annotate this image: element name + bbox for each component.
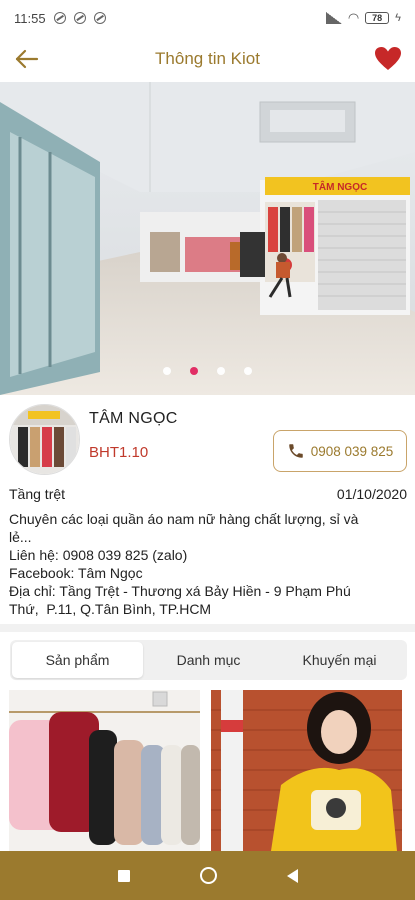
carousel-dot[interactable] <box>163 367 171 375</box>
shop-code: BHT1.10 <box>89 444 149 461</box>
product-card[interactable] <box>211 690 402 851</box>
shop-date: 01/10/2020 <box>336 486 407 502</box>
charging-icon: ϟ <box>395 12 401 24</box>
product-image <box>9 690 200 851</box>
wifi-icon: ◠ <box>347 10 360 25</box>
product-image <box>211 690 402 851</box>
back-arrow-icon[interactable] <box>12 44 42 74</box>
description-line: Liên hệ: 0908 039 825 (zalo) <box>9 547 188 563</box>
section-divider <box>0 624 415 632</box>
description-line: lẻ... <box>9 529 32 545</box>
description-line: Địa chỉ: Tầng Trệt - Thương xá Bảy Hiền … <box>9 583 351 599</box>
phone-icon <box>288 444 303 458</box>
shop-floor: Tầng trệt <box>9 486 66 502</box>
signal-icon <box>325 12 342 24</box>
battery-icon: 78 <box>365 12 390 24</box>
notification-icon <box>73 12 86 24</box>
product-card[interactable] <box>9 690 200 851</box>
call-button[interactable]: 0908 039 825 <box>273 430 407 472</box>
carousel-dot[interactable] <box>217 367 225 375</box>
tab-bar: Sản phẩm Danh mục Khuyến mại <box>10 640 407 680</box>
carousel-dot[interactable] <box>244 367 252 375</box>
svg-text:TÂM NGỌC: TÂM NGỌC <box>313 180 367 193</box>
description-line: Thứ, P.11, Q.Tân Bình, TP.HCM <box>9 601 212 617</box>
home-icon[interactable] <box>199 867 217 884</box>
phone-number: 0908 039 825 <box>310 443 394 459</box>
hero-carousel[interactable]: TÂM NGỌC <box>0 82 415 395</box>
back-icon[interactable] <box>286 868 298 883</box>
description-line: Facebook: Tâm Ngọc <box>9 565 143 581</box>
tab-promotions[interactable]: Khuyến mại <box>274 642 405 678</box>
carousel-dot-active[interactable] <box>190 367 198 375</box>
app-bar: Thông tin Kiot <box>0 36 415 82</box>
hero-image: TÂM NGỌC <box>0 82 415 395</box>
tab-products[interactable]: Sản phẩm <box>12 642 143 678</box>
recent-apps-icon[interactable] <box>117 869 130 882</box>
heart-icon[interactable] <box>373 44 403 74</box>
system-nav-bar <box>0 851 415 900</box>
notification-icon <box>93 12 106 24</box>
status-time: 11:55 <box>14 10 46 26</box>
shop-meta: Tầng trệt 01/10/2020 <box>9 486 407 506</box>
tab-categories[interactable]: Danh mục <box>143 642 274 678</box>
product-grid <box>0 690 415 851</box>
notification-icon <box>53 12 66 24</box>
shop-description: Chuyên các loại quần áo nam nữ hàng chất… <box>9 510 409 618</box>
shop-avatar <box>9 404 80 475</box>
description-line: Chuyên các loại quần áo nam nữ hàng chất… <box>9 511 359 527</box>
carousel-indicators <box>0 367 415 375</box>
page-title: Thông tin Kiot <box>155 49 260 68</box>
shop-info: TÂM NGỌC BHT1.10 0908 039 825 <box>0 404 415 482</box>
status-bar: 11:55 ◠ 78 ϟ <box>0 0 415 36</box>
shop-name: TÂM NGỌC <box>89 410 178 427</box>
